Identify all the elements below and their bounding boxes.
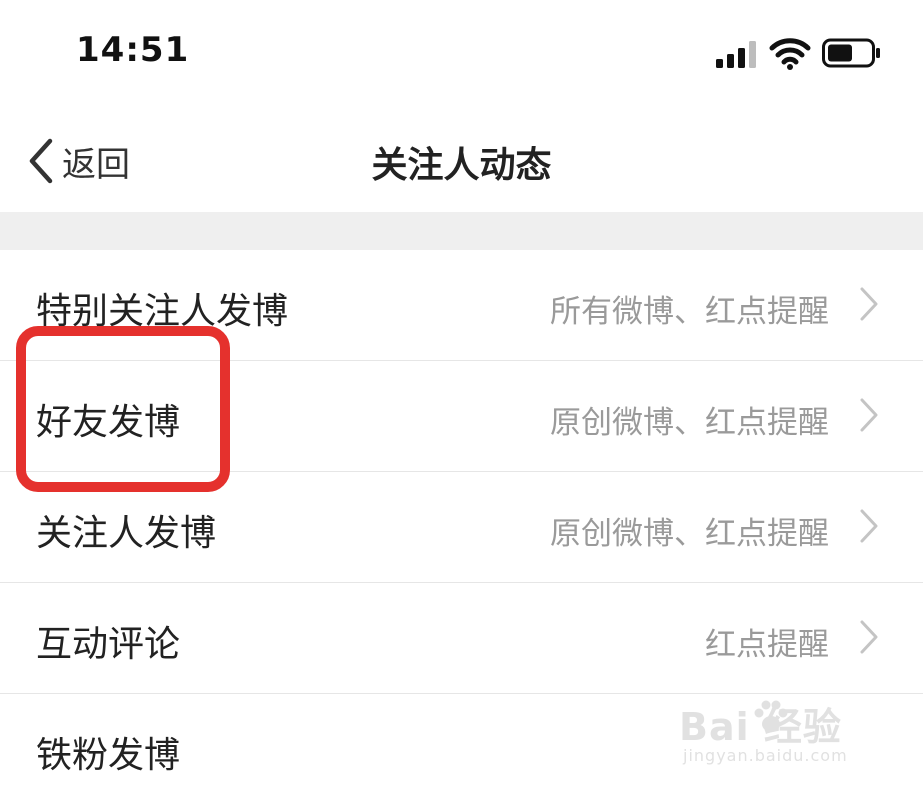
setting-row-iron-fans[interactable]: 铁粉发博 <box>0 694 923 794</box>
screen: 14:51 返回 关注人动态 特别关注人发博 所有微博、红点提醒 好友发博 原创… <box>0 0 923 794</box>
status-time: 14:51 <box>76 30 190 70</box>
page-title: 关注人动态 <box>371 145 552 186</box>
setting-value: 所有微博、红点提醒 <box>550 294 829 330</box>
setting-row-special-follow[interactable]: 特别关注人发博 所有微博、红点提醒 <box>0 250 923 361</box>
setting-row-following[interactable]: 关注人发博 原创微博、红点提醒 <box>0 472 923 583</box>
setting-label: 关注人发博 <box>36 513 217 554</box>
chevron-right-icon <box>860 509 878 543</box>
back-label: 返回 <box>62 144 130 185</box>
settings-list: 特别关注人发博 所有微博、红点提醒 好友发博 原创微博、红点提醒 关注人发博 原… <box>0 250 923 794</box>
back-button[interactable]: 返回 <box>26 136 130 186</box>
nav-bar: 返回 关注人动态 <box>0 110 923 210</box>
chevron-left-icon <box>29 138 53 184</box>
chevron-right-icon <box>860 287 878 321</box>
setting-label: 铁粉发博 <box>36 735 181 776</box>
battery-icon <box>822 38 880 68</box>
status-bar: 14:51 <box>0 0 923 100</box>
cellular-signal-icon <box>716 41 756 68</box>
setting-value: 红点提醒 <box>705 627 829 663</box>
setting-value: 原创微博、红点提醒 <box>550 516 829 552</box>
wifi-icon <box>769 38 811 70</box>
setting-row-interaction-comments[interactable]: 互动评论 红点提醒 <box>0 583 923 694</box>
setting-row-friends[interactable]: 好友发博 原创微博、红点提醒 <box>0 361 923 472</box>
chevron-right-icon <box>860 398 878 432</box>
setting-label: 特别关注人发博 <box>36 291 289 332</box>
chevron-right-icon <box>860 620 878 654</box>
setting-value: 原创微博、红点提醒 <box>550 405 829 441</box>
setting-label: 互动评论 <box>36 624 181 665</box>
section-divider <box>0 212 923 250</box>
setting-label: 好友发博 <box>36 402 181 443</box>
